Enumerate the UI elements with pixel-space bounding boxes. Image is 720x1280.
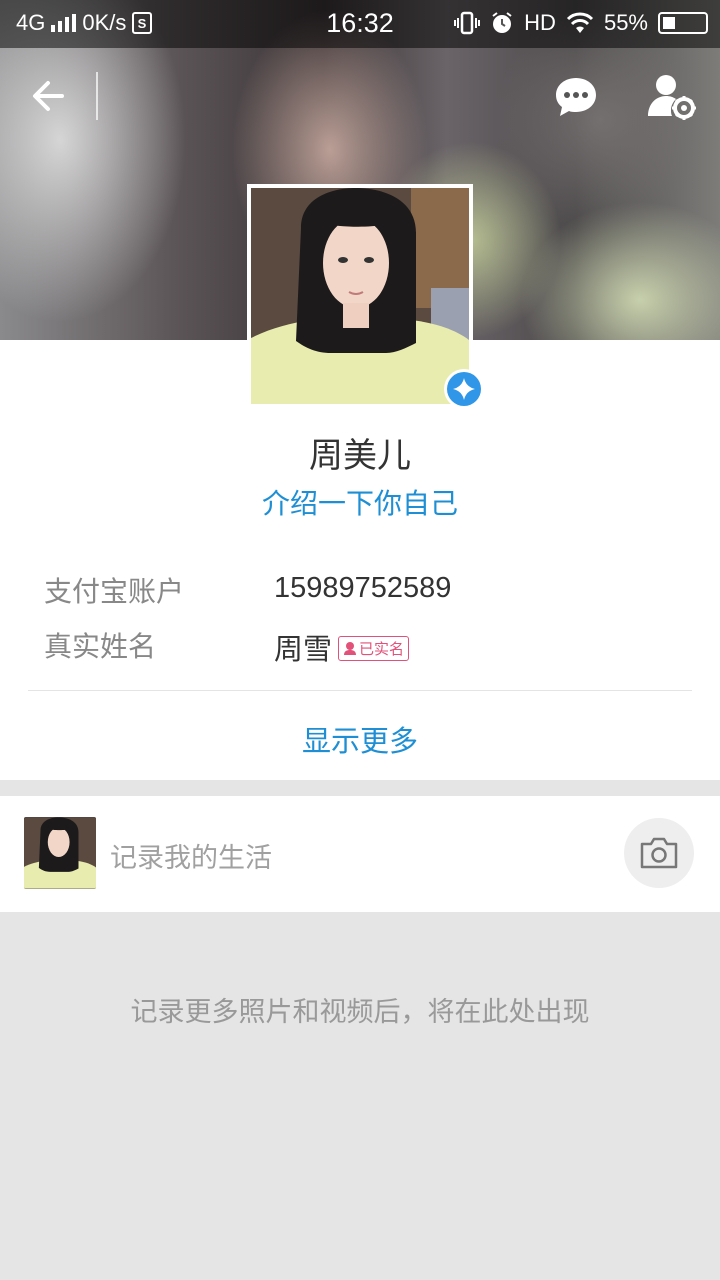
status-bar: 4G 0K/s S 16:32 HD 55%	[0, 0, 720, 48]
avatar-photo-small	[24, 817, 96, 889]
divider	[28, 690, 692, 691]
hd-indicator: HD	[524, 10, 556, 35]
alipay-account-value: 15989752589	[274, 572, 452, 604]
profile-avatar[interactable]	[247, 184, 473, 408]
battery-percent: 55%	[603, 10, 648, 35]
user-settings-icon	[648, 75, 696, 120]
post-bar: 记录我的生活	[0, 796, 720, 912]
post-input[interactable]: 记录我的生活	[110, 836, 272, 875]
back-button[interactable]	[28, 76, 72, 116]
verified-name-tag: 已实名	[338, 635, 410, 661]
alarm-icon	[492, 12, 512, 33]
verified-badge	[444, 369, 484, 409]
camera-button[interactable]	[624, 818, 694, 888]
vibrate-icon	[454, 11, 481, 35]
real-name-value-row: 周雪 已实名	[274, 626, 410, 668]
nav-divider	[96, 72, 98, 120]
profile-name: 周美儿	[309, 436, 411, 476]
avatar-photo	[251, 188, 469, 404]
camera-icon	[640, 837, 678, 869]
wifi-icon	[566, 12, 594, 33]
real-name-label: 真实姓名	[44, 630, 157, 663]
my-avatar-thumbnail	[24, 817, 96, 889]
verified-star-icon	[447, 372, 481, 406]
verified-name-tag-text: 已实名	[359, 639, 405, 658]
empty-feed-message: 记录更多照片和视频后，将在此处出现	[130, 997, 590, 1028]
intro-link[interactable]: 介绍一下你自己	[0, 482, 720, 522]
alipay-account-label: 支付宝账户	[44, 575, 185, 608]
person-icon	[344, 642, 357, 656]
chat-button[interactable]	[553, 75, 599, 119]
user-settings-button[interactable]	[646, 72, 698, 122]
show-more-button[interactable]: 显示更多	[0, 718, 720, 760]
chat-bubble-icon	[556, 78, 596, 116]
battery-icon	[658, 12, 708, 34]
arrow-left-icon	[33, 81, 64, 111]
real-name-value: 周雪	[274, 632, 333, 666]
